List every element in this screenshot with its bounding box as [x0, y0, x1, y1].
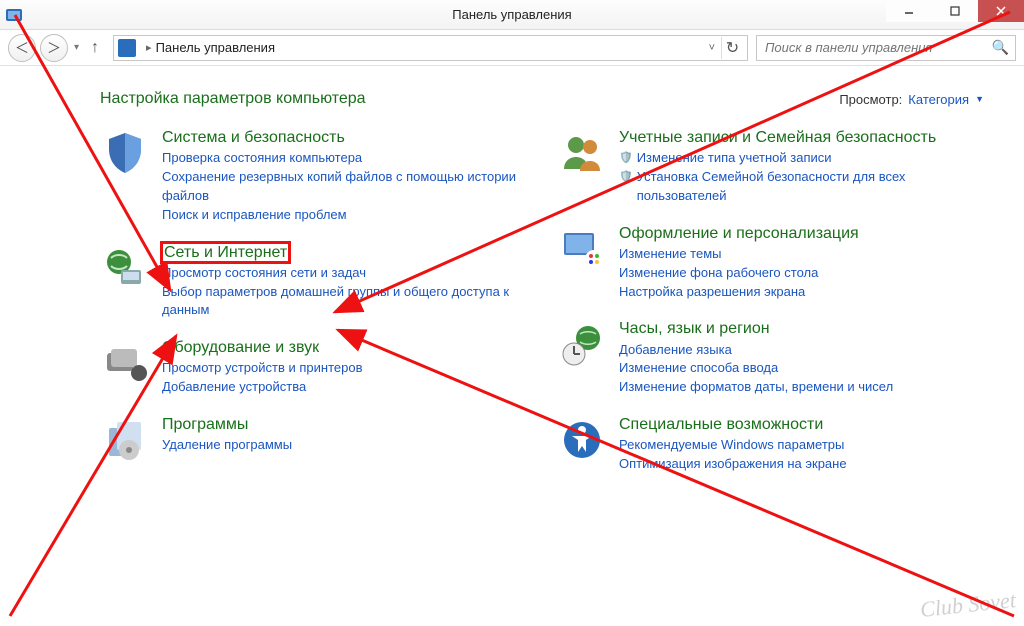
forward-button[interactable]: ＞: [40, 34, 68, 62]
category-link[interactable]: Сохранение резервных копий файлов с помо…: [162, 168, 527, 206]
category-link[interactable]: Просмотр устройств и принтеров: [162, 359, 527, 378]
category-system-security: Система и безопасность Проверка состояни…: [100, 128, 527, 225]
category-link[interactable]: Изменение темы: [619, 245, 984, 264]
back-button[interactable]: ＜: [8, 34, 36, 62]
category-link[interactable]: Проверка состояния компьютера: [162, 149, 527, 168]
maximize-button[interactable]: [932, 0, 978, 22]
window-title: Панель управления: [0, 7, 1024, 22]
category-title[interactable]: Часы, язык и регион: [619, 319, 984, 338]
chevron-right-icon[interactable]: ▸: [142, 41, 156, 54]
category-hardware-sound: Оборудование и звук Просмотр устройств и…: [100, 338, 527, 397]
category-clock-lang-region: Часы, язык и регион Добавление языка Изм…: [557, 319, 984, 397]
shield-icon: 🛡️: [619, 151, 633, 167]
minimize-button[interactable]: [886, 0, 932, 22]
category-link[interactable]: Удаление программы: [162, 436, 527, 455]
network-internet-icon: [100, 243, 150, 293]
hardware-sound-icon: [100, 338, 150, 388]
chevron-down-icon: ▼: [975, 94, 984, 104]
control-panel-icon: [118, 39, 136, 57]
category-link[interactable]: Рекомендуемые Windows параметры: [619, 436, 984, 455]
appearance-icon: [557, 224, 607, 274]
titlebar: Панель управления: [0, 0, 1024, 30]
right-column: Учетные записи и Семейная безопасность 🛡…: [557, 128, 984, 492]
category-title[interactable]: Программы: [162, 415, 527, 434]
left-column: Система и безопасность Проверка состояни…: [100, 128, 527, 492]
category-link[interactable]: Просмотр состояния сети и задач: [162, 264, 527, 283]
window-buttons: [886, 0, 1024, 22]
view-selector[interactable]: Просмотр: Категория ▼: [839, 92, 984, 107]
category-title[interactable]: Оборудование и звук: [162, 338, 527, 357]
view-label: Просмотр:: [839, 92, 902, 107]
category-link[interactable]: Изменение способа ввода: [619, 359, 984, 378]
category-link[interactable]: 🛡️Изменение типа учетной записи: [619, 149, 984, 168]
category-network-internet: Сеть и Интернет Просмотр состояния сети …: [100, 243, 527, 321]
up-button[interactable]: ↑: [85, 36, 105, 60]
category-user-accounts: Учетные записи и Семейная безопасность 🛡…: [557, 128, 984, 206]
category-title[interactable]: Система и безопасность: [162, 128, 527, 147]
category-link[interactable]: Добавление устройства: [162, 378, 527, 397]
category-title[interactable]: Специальные возможности: [619, 415, 984, 434]
shield-icon: 🛡️: [619, 170, 633, 186]
category-link[interactable]: Оптимизация изображения на экране: [619, 455, 984, 474]
programs-icon: [100, 415, 150, 465]
system-menu-icon[interactable]: [6, 7, 22, 23]
system-security-icon: [100, 128, 150, 178]
category-link[interactable]: Настройка разрешения экрана: [619, 283, 984, 302]
category-link[interactable]: 🛡️Установка Семейной безопасности для вс…: [619, 168, 984, 206]
search-box[interactable]: 🔍: [756, 35, 1016, 61]
category-link[interactable]: Поиск и исправление проблем: [162, 206, 527, 225]
user-accounts-icon: [557, 128, 607, 178]
category-link[interactable]: Выбор параметров домашней группы и общег…: [162, 283, 527, 321]
category-title[interactable]: Сеть и Интернет: [162, 243, 527, 264]
address-bar[interactable]: ▸ Панель управления ˅ ↻: [113, 35, 748, 61]
refresh-button[interactable]: ↻: [721, 37, 743, 59]
view-value: Категория: [908, 92, 969, 107]
address-dropdown-icon[interactable]: ˅: [703, 42, 721, 54]
ease-of-access-icon: [557, 415, 607, 465]
search-icon[interactable]: 🔍: [992, 39, 1009, 56]
breadcrumb-root[interactable]: Панель управления: [156, 40, 275, 55]
category-link[interactable]: Изменение фона рабочего стола: [619, 264, 984, 283]
category-title[interactable]: Оформление и персонализация: [619, 224, 984, 243]
page-heading: Настройка параметров компьютера: [100, 90, 366, 108]
content-area: Настройка параметров компьютера Просмотр…: [0, 66, 1024, 626]
history-dropdown-icon[interactable]: ▾: [72, 42, 81, 53]
category-link[interactable]: Изменение форматов даты, времени и чисел: [619, 378, 984, 397]
category-appearance: Оформление и персонализация Изменение те…: [557, 224, 984, 302]
category-programs: Программы Удаление программы: [100, 415, 527, 465]
close-button[interactable]: [978, 0, 1024, 22]
clock-lang-region-icon: [557, 319, 607, 369]
category-ease-of-access: Специальные возможности Рекомендуемые Wi…: [557, 415, 984, 474]
category-title[interactable]: Учетные записи и Семейная безопасность: [619, 128, 984, 147]
navbar: ＜ ＞ ▾ ↑ ▸ Панель управления ˅ ↻ 🔍: [0, 30, 1024, 66]
search-input[interactable]: [763, 39, 992, 56]
category-link[interactable]: Добавление языка: [619, 341, 984, 360]
